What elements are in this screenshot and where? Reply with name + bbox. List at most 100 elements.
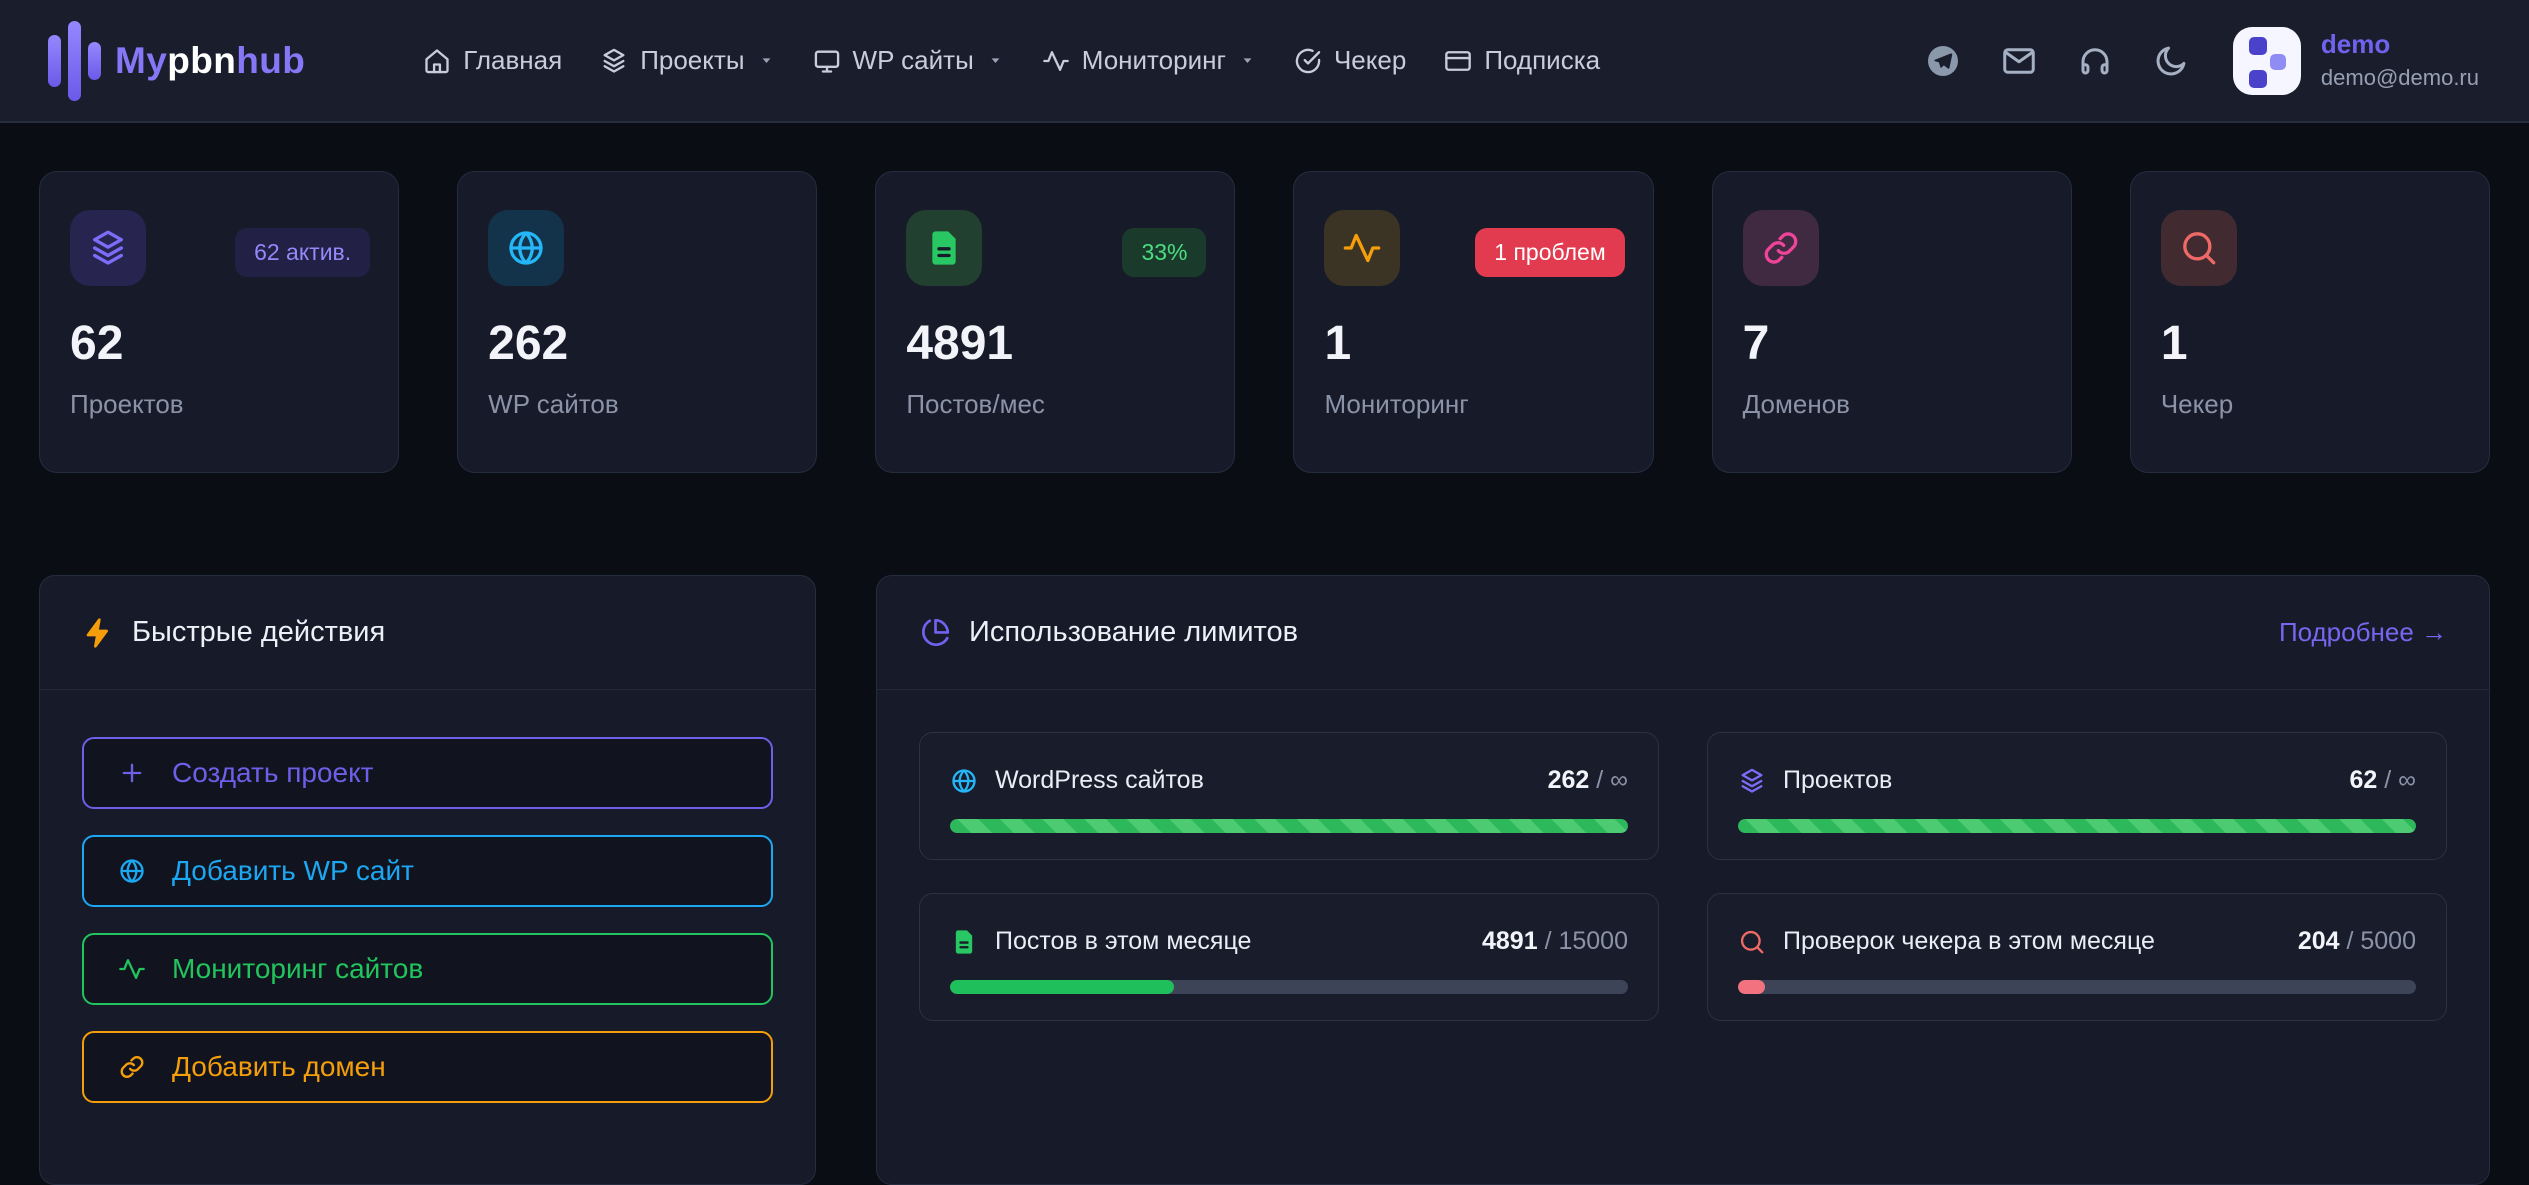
user-menu[interactable]: demo demo@demo.ru: [2233, 27, 2479, 95]
limit-card-wordpress-sites: WordPress сайтов 262 / ∞: [919, 732, 1659, 860]
limit-label: Постов в этом месяце: [995, 927, 1251, 956]
quick-action-label: Добавить WP сайт: [172, 855, 414, 887]
stat-value: 1: [1324, 316, 1622, 371]
quick-actions-title: Быстрые действия: [132, 616, 385, 649]
brand-name: Mypbnhub: [115, 40, 305, 82]
nav-item-wp-sites[interactable]: WP сайты: [813, 45, 1004, 76]
stat-badge: 33%: [1122, 228, 1206, 277]
monitor-icon: [813, 47, 841, 75]
limit-value: 262 / ∞: [1548, 766, 1628, 795]
limits-details-link[interactable]: Подробнее →: [2279, 617, 2447, 648]
chevron-down-icon: [758, 52, 775, 69]
stat-icon-tile: [1743, 210, 1819, 286]
link-icon: [118, 1053, 146, 1081]
stat-card-monitoring[interactable]: 1 проблем 1 Мониторинг: [1293, 171, 1653, 473]
limit-label: Проектов: [1783, 766, 1892, 795]
limit-label: WordPress сайтов: [995, 766, 1204, 795]
user-name: demo: [2321, 30, 2479, 60]
check-circle-icon: [1294, 47, 1322, 75]
stat-card-posts[interactable]: 33% 4891 Постов/мес: [875, 171, 1235, 473]
pie-chart-icon: [919, 617, 951, 649]
limit-progress-track: [950, 819, 1628, 833]
nav-item-home[interactable]: Главная: [423, 45, 562, 76]
limit-progress-track: [1738, 819, 2416, 833]
limit-card-projects: Проектов 62 / ∞: [1707, 732, 2447, 860]
limits-list: WordPress сайтов 262 / ∞ Проектов 62 / ∞…: [877, 690, 2489, 1063]
limit-progress-fill: [1738, 980, 1765, 994]
nav-item-checker[interactable]: Чекер: [1294, 45, 1406, 76]
globe-icon: [506, 228, 546, 268]
quick-action-label: Добавить домен: [172, 1051, 386, 1083]
stat-label: Проектов: [70, 389, 368, 420]
limits-header: Использование лимитов Подробнее →: [877, 576, 2489, 690]
activity-icon: [118, 955, 146, 983]
quick-actions-panel: Быстрые действия Создать проект Добавить…: [39, 575, 816, 1185]
file-text-icon: [950, 928, 978, 956]
support-button[interactable]: [2077, 43, 2113, 79]
activity-icon: [1342, 228, 1382, 268]
limit-card-checker-checks: Проверок чекера в этом месяце 204 / 5000: [1707, 893, 2447, 1021]
stats-row: 62 актив. 62 Проектов 262 WP сайтов 33% …: [39, 171, 2490, 473]
file-text-icon: [924, 228, 964, 268]
stat-label: WP сайтов: [488, 389, 786, 420]
stat-card-domains[interactable]: 7 Доменов: [1712, 171, 2072, 473]
stat-label: Чекер: [2161, 389, 2459, 420]
nav-item-subscription[interactable]: Подписка: [1444, 45, 1600, 76]
nav-item-label: Проекты: [640, 45, 744, 76]
quick-action-create-project-button[interactable]: Создать проект: [82, 737, 773, 809]
stat-label: Доменов: [1743, 389, 2041, 420]
stat-label: Мониторинг: [1324, 389, 1622, 420]
mail-button[interactable]: [2001, 43, 2037, 79]
limit-value: 62 / ∞: [2350, 766, 2416, 795]
limit-progress-fill: [1738, 819, 2416, 833]
topbar-actions: demo demo@demo.ru: [1925, 27, 2479, 95]
mail-icon: [2001, 43, 2037, 79]
stat-card-checker[interactable]: 1 Чекер: [2130, 171, 2490, 473]
plus-icon: [118, 759, 146, 787]
quick-action-label: Мониторинг сайтов: [172, 953, 423, 985]
telegram-button[interactable]: [1925, 43, 1961, 79]
limits-title: Использование лимитов: [969, 616, 1298, 649]
limit-label: Проверок чекера в этом месяце: [1783, 927, 2155, 956]
theme-toggle-button[interactable]: [2153, 43, 2189, 79]
nav-item-monitoring[interactable]: Мониторинг: [1042, 45, 1256, 76]
stat-value: 262: [488, 316, 786, 371]
nav-item-projects[interactable]: Проекты: [600, 45, 774, 76]
stat-badge: 62 актив.: [235, 228, 370, 277]
chevron-down-icon: [987, 52, 1004, 69]
brand-logo[interactable]: Mypbnhub: [48, 21, 305, 101]
limit-progress-track: [950, 980, 1628, 994]
home-icon: [423, 47, 451, 75]
headphones-icon: [2077, 43, 2113, 79]
nav-menu: Главная Проекты WP сайты Мониторинг Чеке…: [423, 45, 1600, 76]
nav-item-label: Чекер: [1334, 45, 1406, 76]
layers-icon: [88, 228, 128, 268]
stat-card-projects[interactable]: 62 актив. 62 Проектов: [39, 171, 399, 473]
quick-actions-header: Быстрые действия: [40, 576, 815, 690]
globe-icon: [118, 857, 146, 885]
globe-icon: [950, 767, 978, 795]
limits-panel: Использование лимитов Подробнее → WordPr…: [876, 575, 2490, 1185]
stat-icon-tile: [1324, 210, 1400, 286]
quick-action-add-wp-site-button[interactable]: Добавить WP сайт: [82, 835, 773, 907]
chevron-down-icon: [1239, 52, 1256, 69]
stat-icon-tile: [70, 210, 146, 286]
quick-action-add-domain-button[interactable]: Добавить домен: [82, 1031, 773, 1103]
search-icon: [2179, 228, 2219, 268]
stat-value: 62: [70, 316, 368, 371]
avatar: [2233, 27, 2301, 95]
limit-card-posts-month: Постов в этом месяце 4891 / 15000: [919, 893, 1659, 1021]
stat-card-wp-sites[interactable]: 262 WP сайтов: [457, 171, 817, 473]
stat-icon-tile: [2161, 210, 2237, 286]
user-email: demo@demo.ru: [2321, 65, 2479, 91]
nav-item-label: Мониторинг: [1082, 45, 1226, 76]
quick-action-monitor-sites-button[interactable]: Мониторинг сайтов: [82, 933, 773, 1005]
stat-value: 4891: [906, 316, 1204, 371]
stat-icon-tile: [488, 210, 564, 286]
panels-row: Быстрые действия Создать проект Добавить…: [39, 575, 2490, 1185]
limit-progress-track: [1738, 980, 2416, 994]
stat-value: 1: [2161, 316, 2459, 371]
link-icon: [1761, 228, 1801, 268]
nav-item-label: Подписка: [1484, 45, 1600, 76]
nav-item-label: Главная: [463, 45, 562, 76]
